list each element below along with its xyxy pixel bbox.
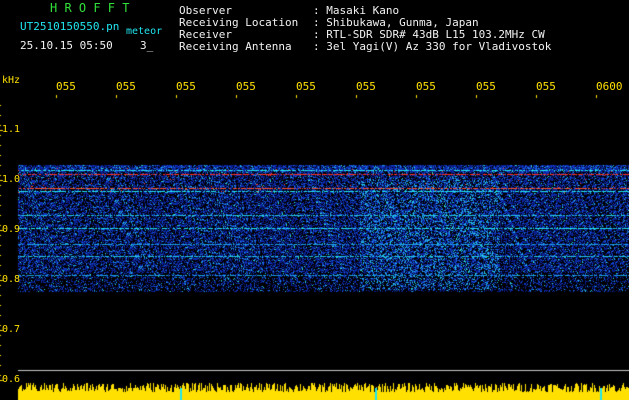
freq-tick: 0.6 xyxy=(2,374,21,385)
frequency-unit: kHz xyxy=(2,75,21,86)
freq-tick: 0.7 xyxy=(2,324,21,335)
time-tick: 055 xyxy=(176,80,196,93)
time-tick: 055 xyxy=(536,80,556,93)
time-tick: 0600 xyxy=(596,80,623,93)
image-index: 3_ xyxy=(140,39,154,52)
time-tick: 055 xyxy=(356,80,376,93)
freq-tick: 0.9 xyxy=(2,224,21,235)
time-tick: 055 xyxy=(296,80,316,93)
antenna-value: : 3el Yagi(V) Az 330 for Vladivostok xyxy=(313,40,552,53)
antenna-label: Receiving Antenna xyxy=(179,40,292,53)
time-tick: 055 xyxy=(236,80,256,93)
time-tick: 055 xyxy=(476,80,496,93)
spectrogram-display xyxy=(0,0,629,400)
app-title: H R O F F T xyxy=(50,1,130,15)
freq-tick: 1.0 xyxy=(2,174,21,185)
file-name: UT2510150550.pn xyxy=(20,20,120,33)
time-tick: 055 xyxy=(116,80,136,93)
time-tick: 055 xyxy=(56,80,76,93)
mode-label: meteor xyxy=(126,26,163,37)
time-tick: 055 xyxy=(416,80,436,93)
date-time: 25.10.15 05:50 xyxy=(20,39,113,52)
freq-tick: 0.8 xyxy=(2,274,21,285)
freq-tick: 1.1 xyxy=(2,124,21,135)
